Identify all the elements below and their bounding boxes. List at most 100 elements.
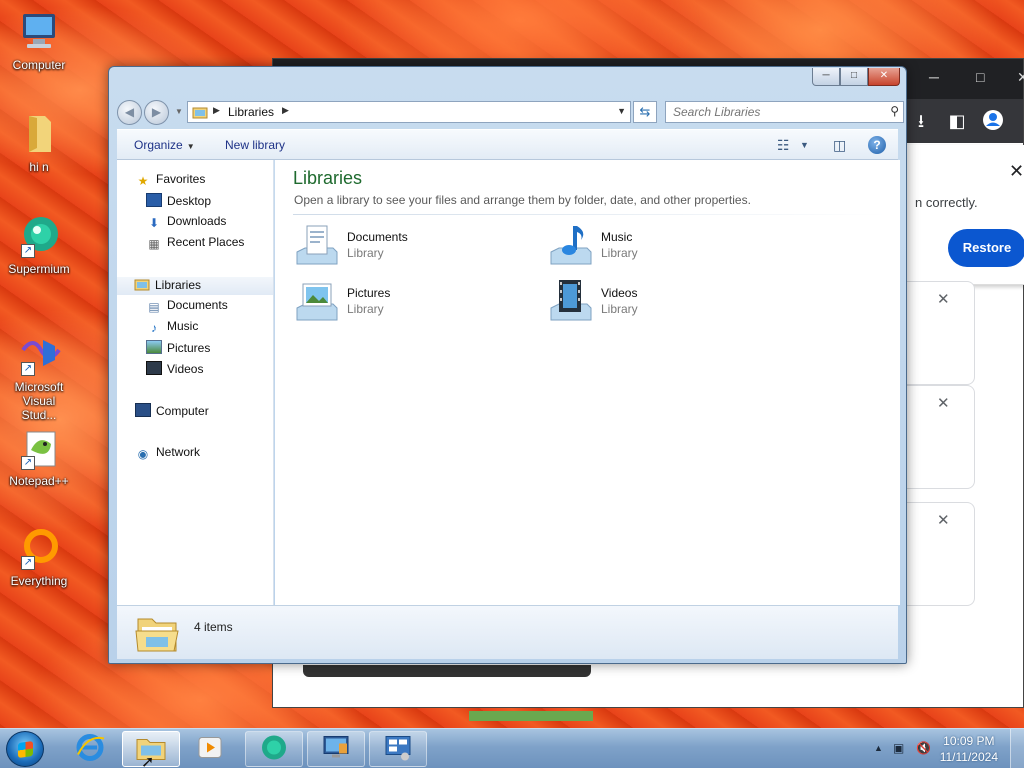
browser-close-icon[interactable]: ✕ <box>1017 69 1024 86</box>
library-videos[interactable]: Videos Library <box>547 278 767 330</box>
breadcrumb-chevron-icon[interactable]: ▶ <box>282 105 289 116</box>
minimize-button[interactable]: ─ <box>812 68 840 86</box>
breadcrumb-libraries[interactable]: Libraries <box>228 105 274 119</box>
library-name: Documents <box>347 230 408 244</box>
address-bar[interactable]: ▶ Libraries ▶ ▼ <box>187 101 631 123</box>
notification-card[interactable]: ✕ <box>907 502 975 606</box>
desktop-icon-notepad-plus-plus[interactable]: ↗ Notepad++ <box>4 426 74 488</box>
close-button[interactable]: ✕ <box>868 68 900 86</box>
shortcut-arrow-icon: ↗ <box>21 556 35 570</box>
desktop-icon-visual-studio[interactable]: ↗ Microsoft Visual Stud... <box>4 332 74 422</box>
forward-button[interactable]: ▶ <box>144 100 169 125</box>
breadcrumb-chevron-icon[interactable]: ▶ <box>213 105 220 116</box>
nav-label: Pictures <box>167 341 211 355</box>
card-close-icon[interactable]: ✕ <box>937 511 950 529</box>
recent-places-icon: ▦ <box>148 237 160 251</box>
taskbar-windows-explorer[interactable]: ➚ <box>122 731 180 768</box>
library-pictures[interactable]: Pictures Library <box>293 278 513 330</box>
view-options-dropdown-icon[interactable]: ▼ <box>800 140 809 150</box>
nav-computer[interactable]: Computer <box>135 403 209 421</box>
taskbar-control-panel[interactable] <box>369 731 427 767</box>
maximize-button[interactable]: □ <box>840 68 868 86</box>
desktop-icon-supermium[interactable]: ↗ Supermium <box>4 214 74 276</box>
start-button[interactable] <box>6 731 44 767</box>
search-box[interactable]: ⚲ <box>665 101 904 123</box>
explorer-window[interactable]: ─ □ ✕ ◀ ▶ ▼ ▶ Libraries ▶ ▼ ⇆ ⚲ Organize… <box>108 66 907 664</box>
restore-button[interactable]: Restore <box>948 229 1024 267</box>
change-view-icon[interactable]: ☷ <box>777 137 790 154</box>
organize-button[interactable]: Organize ▼ <box>134 138 195 152</box>
mouse-cursor-icon: ➚ <box>141 754 155 768</box>
nav-recent-places[interactable]: ▦ Recent Places <box>146 235 244 253</box>
browser-bottom-bar <box>303 665 591 677</box>
search-icon[interactable]: ⚲ <box>890 104 899 118</box>
supermium-icon: ↗ <box>17 214 61 258</box>
new-library-button[interactable]: New library <box>225 138 285 152</box>
card-close-icon[interactable]: ✕ <box>937 394 950 412</box>
nav-libraries[interactable]: Libraries <box>117 277 273 295</box>
nav-label: Computer <box>156 404 209 418</box>
address-dropdown-icon[interactable]: ▼ <box>617 106 626 116</box>
show-desktop-button[interactable] <box>1010 729 1024 768</box>
libraries-content: Libraries Open a library to see your fil… <box>275 160 900 605</box>
nav-desktop[interactable]: Desktop <box>146 193 211 211</box>
download-icon[interactable]: ⭳ <box>909 109 933 133</box>
clock-time: 10:09 PM <box>943 734 995 748</box>
library-type: Library <box>601 246 638 260</box>
nav-label: Downloads <box>167 214 227 228</box>
restore-dismiss-icon[interactable]: ✕ <box>1009 161 1024 182</box>
desktop-icon-label: Computer <box>12 58 66 72</box>
taskbar-media-player[interactable] <box>190 731 230 767</box>
nav-network[interactable]: ◉ Network <box>135 445 200 463</box>
forward-arrow-icon: ▶ <box>151 105 162 119</box>
preview-pane-icon[interactable]: ◫ <box>833 137 846 154</box>
nav-label: Favorites <box>156 172 206 186</box>
network-status-icon[interactable]: ▣ <box>893 741 904 755</box>
nav-pictures[interactable]: Pictures <box>146 340 210 358</box>
back-button[interactable]: ◀ <box>117 100 142 125</box>
library-documents[interactable]: Documents Library <box>293 222 513 274</box>
search-input[interactable] <box>666 102 876 122</box>
internet-explorer-icon <box>75 733 105 766</box>
nav-videos[interactable]: Videos <box>146 361 203 379</box>
monitor-icon <box>321 734 351 765</box>
desktop-icon-computer[interactable]: Computer <box>4 10 74 72</box>
notification-card[interactable]: ✕ <box>907 385 975 489</box>
taskbar-internet-explorer[interactable] <box>70 731 110 767</box>
restore-message: n correctly. <box>915 195 978 210</box>
desktop-icon-everything[interactable]: ↗ Everything <box>4 526 74 588</box>
show-hidden-icons-icon[interactable]: ▲ <box>874 743 883 753</box>
command-bar: Organize ▼ New library ☷ ▼ ◫ ? <box>117 129 898 160</box>
desktop-icon <box>146 193 162 207</box>
nav-documents[interactable]: ▤ Documents <box>146 298 227 316</box>
volume-muted-icon[interactable]: 🔇 <box>916 741 931 755</box>
taskbar-remote-desktop[interactable] <box>307 731 365 767</box>
desktop-icon-folder[interactable]: hi n <box>4 112 74 174</box>
visual-studio-icon: ↗ <box>17 332 61 376</box>
profile-avatar-icon[interactable] <box>981 109 1005 133</box>
navigation-pane: ★ Favorites Desktop ⬇ Downloads ▦ Recent Pl… <box>117 160 274 605</box>
nav-favorites[interactable]: ★ Favorites <box>135 172 206 190</box>
nav-downloads[interactable]: ⬇ Downloads <box>146 214 226 232</box>
libraries-icon <box>192 105 208 119</box>
nav-music[interactable]: ♪ Music <box>146 319 198 337</box>
browser-minimize-icon[interactable]: ─ <box>929 69 939 85</box>
browser-maximize-icon[interactable]: □ <box>976 69 984 85</box>
documents-icon: ▤ <box>148 300 160 314</box>
library-name: Music <box>601 230 633 244</box>
notification-card[interactable]: ✕ <box>907 281 975 385</box>
folder-icon <box>17 112 61 156</box>
taskbar-supermium[interactable] <box>245 731 303 767</box>
card-close-icon[interactable]: ✕ <box>937 290 950 308</box>
library-music[interactable]: Music Library <box>547 222 767 274</box>
pictures-icon <box>146 340 162 354</box>
recent-pages-dropdown-icon[interactable]: ▼ <box>175 107 183 116</box>
clock[interactable]: 10:09 PM 11/11/2024 <box>940 733 998 765</box>
browser-green-strip <box>469 711 593 721</box>
side-panel-icon[interactable]: ◧ <box>945 109 969 133</box>
refresh-button[interactable]: ⇆ <box>633 101 657 123</box>
window-caption-buttons: ─ □ ✕ <box>812 68 900 86</box>
nav-label: Music <box>167 319 199 333</box>
desktop-icon-label: Everything <box>10 574 68 588</box>
help-button[interactable]: ? <box>868 136 886 154</box>
